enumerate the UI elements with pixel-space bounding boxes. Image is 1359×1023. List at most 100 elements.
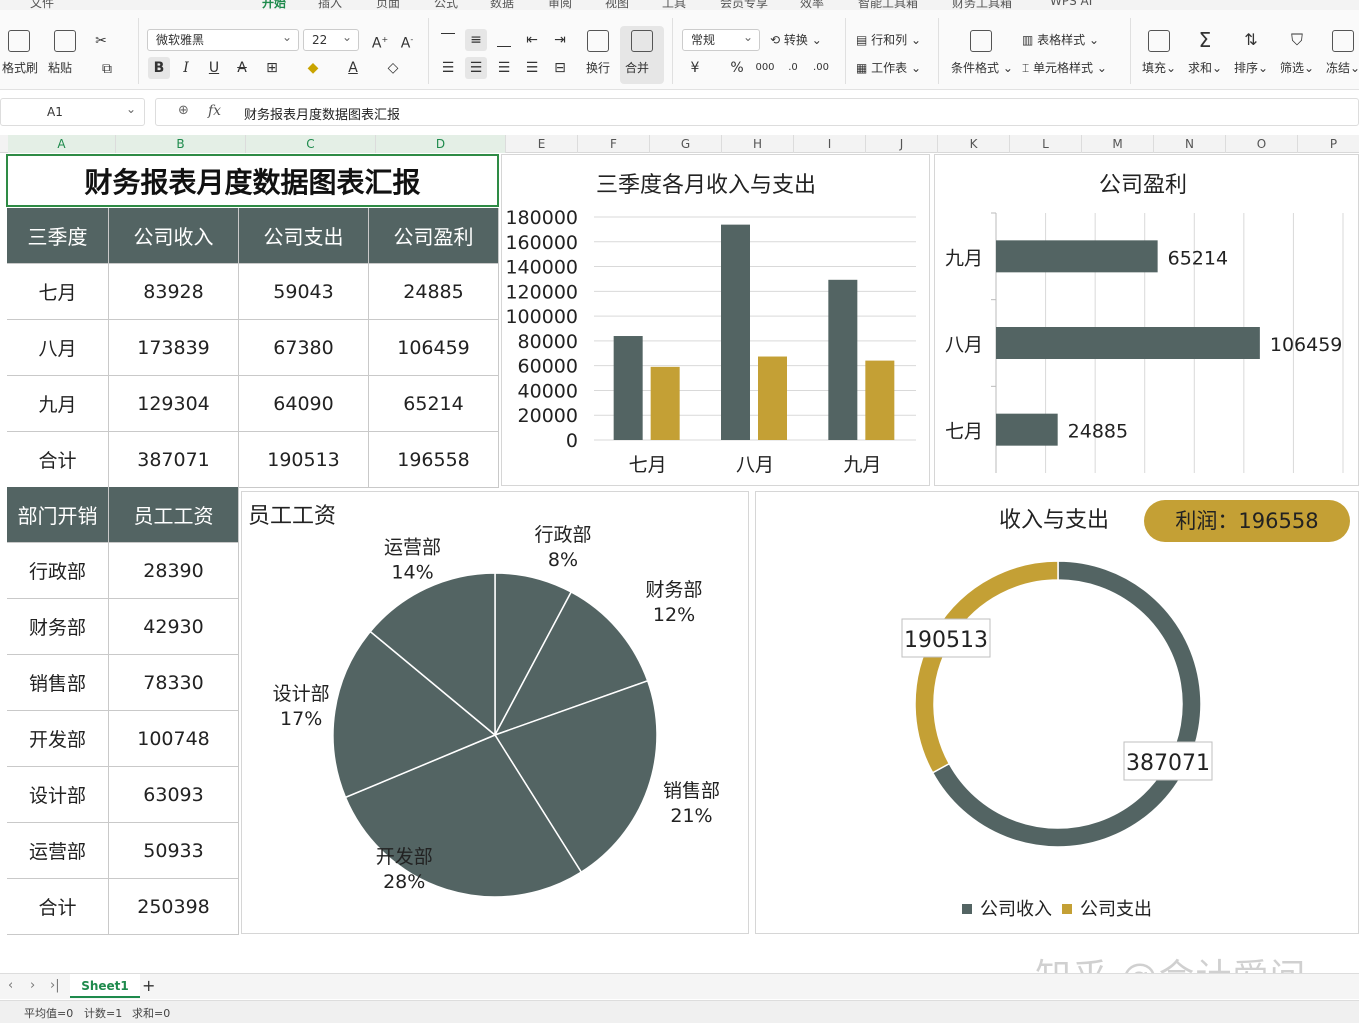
dept-table-cell[interactable]: 50933 [109,823,239,879]
filter-button[interactable]: 筛选⌄ [1280,60,1314,76]
merge-button[interactable]: 合并 [625,60,649,76]
summary-header-cell[interactable]: 三季度 [7,208,109,264]
summary-table-cell[interactable]: 129304 [109,376,239,432]
ribbon-tab[interactable]: 插入 [318,0,342,10]
bar-profit-九月[interactable] [996,240,1158,273]
font-name-dropdown[interactable]: 微软雅黑 [147,27,299,51]
summary-table-cell[interactable]: 65214 [369,376,499,432]
paste-icon[interactable] [54,30,76,52]
summary-table-cell[interactable]: 106459 [369,320,499,376]
next-sheet-icon[interactable]: › [30,978,35,993]
conditional-format-button[interactable]: 条件格式 ⌄ [951,60,1013,76]
copy-icon[interactable]: ⧉ [96,58,118,80]
fill-color-icon[interactable]: ◆ [302,57,324,79]
column-header[interactable]: I [794,135,866,153]
ribbon-tab[interactable]: 会员专享 [720,0,768,10]
dept-table-cell[interactable]: 28390 [109,543,239,599]
table-style-button[interactable]: ▥ 表格样式 ⌄ [1022,32,1099,48]
summary-header-cell[interactable]: 公司盈利 [369,208,499,264]
summary-table-cell[interactable]: 合计 [7,432,109,488]
cell-style-button[interactable]: ⌶ 单元格样式 ⌄ [1022,60,1107,76]
ribbon-tab[interactable]: 公式 [434,0,458,10]
conditional-format-icon[interactable] [970,30,992,52]
number-format-dropdown[interactable]: 常规 [682,27,760,51]
fill-button[interactable]: 填充⌄ [1142,60,1176,76]
justify-icon[interactable]: ☰ [521,57,543,79]
summary-header-cell[interactable]: 公司收入 [109,208,239,264]
sort-button[interactable]: 排序⌄ [1234,60,1268,76]
summary-table-cell[interactable]: 196558 [369,432,499,488]
bar-公司支出-七月[interactable] [650,366,680,440]
column-header[interactable]: N [1154,135,1226,153]
column-header[interactable]: C [246,135,376,153]
align-bottom-icon[interactable]: ⎽ [493,29,515,51]
bar-profit-七月[interactable] [996,413,1058,446]
dept-table-cell[interactable]: 42930 [109,599,239,655]
bar-公司收入-七月[interactable] [613,336,643,440]
font-color-icon[interactable]: A [342,57,364,79]
distribute-icon[interactable]: ⊟ [549,57,571,79]
column-header[interactable]: L [1010,135,1082,153]
underline-icon[interactable]: U [203,57,225,79]
freeze-button[interactable]: 冻结⌄ [1326,60,1359,76]
summary-table-cell[interactable]: 64090 [239,376,369,432]
percent-icon[interactable]: % [726,57,748,79]
column-header[interactable]: M [1082,135,1154,153]
column-header[interactable]: B [116,135,246,153]
dept-table-cell[interactable]: 运营部 [7,823,109,879]
border-icon[interactable]: ⊞ [261,57,283,79]
summary-table-cell[interactable]: 83928 [109,264,239,320]
format-painter-icon[interactable] [8,30,30,52]
dept-table-cell[interactable]: 100748 [109,711,239,767]
income-expense-donut-panel[interactable]: 收入与支出 利润：196558 387071 190513 公司收入 公司支出 [755,491,1359,934]
summary-table-cell[interactable]: 八月 [7,320,109,376]
donut-slice-公司支出[interactable] [914,560,1059,774]
column-header[interactable]: A [8,135,116,153]
decimal-increase-icon[interactable]: .0 [782,57,804,79]
bar-公司收入-九月[interactable] [828,279,858,440]
last-sheet-icon[interactable]: ›| [50,978,60,993]
convert-button[interactable]: ⟲ 转换 ⌄ [770,32,822,48]
summary-table-cell[interactable]: 59043 [239,264,369,320]
ribbon-tab[interactable]: WPS AI [1050,0,1092,8]
summary-table-cell[interactable]: 173839 [109,320,239,376]
sort-icon[interactable]: ⇅ [1240,29,1262,51]
italic-icon[interactable]: I [175,57,197,79]
ribbon-tab[interactable]: 开始 [262,0,286,10]
column-header[interactable]: F [578,135,650,153]
add-sheet-icon[interactable]: + [142,976,155,995]
fill-down-icon[interactable] [1148,30,1170,52]
ribbon-tab[interactable]: 工具 [662,0,686,10]
column-header[interactable]: P [1298,135,1359,153]
indent-increase-icon[interactable]: ⇥ [549,29,571,51]
salary-pie-panel[interactable]: 员工工资 行政部 8% 财务部 12% 销售部 21% 开发部 28% 设计部 17% 运营部 14% [241,491,749,934]
summary-header-cell[interactable]: 公司支出 [239,208,369,264]
filter-icon[interactable]: ⛉ [1286,29,1308,51]
worksheet-button[interactable]: ▦ 工作表 ⌄ [856,60,921,76]
clear-format-icon[interactable]: ◇ [382,57,404,79]
column-header[interactable]: D [376,135,506,153]
align-right-icon[interactable]: ☰ [493,57,515,79]
font-size-dropdown[interactable]: 22 [303,27,359,51]
summary-table-cell[interactable]: 67380 [239,320,369,376]
bar-profit-八月[interactable] [996,327,1260,359]
report-title-cell[interactable]: 财务报表月度数据图表汇报 [6,154,499,207]
dept-table-cell[interactable]: 开发部 [7,711,109,767]
ribbon-tab[interactable]: 效率 [800,0,824,10]
summary-table-cell[interactable]: 七月 [7,264,109,320]
align-left-icon[interactable]: ☰ [437,57,459,79]
ribbon-tab[interactable]: 审阅 [548,0,572,10]
wrap-text-button[interactable]: 换行 [586,60,610,76]
increase-font-icon[interactable]: A+ [369,29,391,52]
summary-table-cell[interactable]: 九月 [7,376,109,432]
first-sheet-icon[interactable]: ‹ [8,978,13,993]
bar-公司收入-八月[interactable] [721,224,750,440]
align-middle-icon[interactable]: ≡ [465,29,487,51]
sum-icon[interactable]: Σ [1194,29,1216,51]
bar-公司支出-九月[interactable] [865,360,895,440]
row-col-button[interactable]: ▤ 行和列 ⌄ [856,32,921,48]
zoom-icon[interactable]: ⊕ [178,103,189,118]
column-header[interactable]: E [506,135,578,153]
profit-chart-panel[interactable]: 公司盈利 九月 65214 八月 106459 七月 24885 [934,154,1359,486]
dept-table-cell[interactable]: 250398 [109,879,239,935]
